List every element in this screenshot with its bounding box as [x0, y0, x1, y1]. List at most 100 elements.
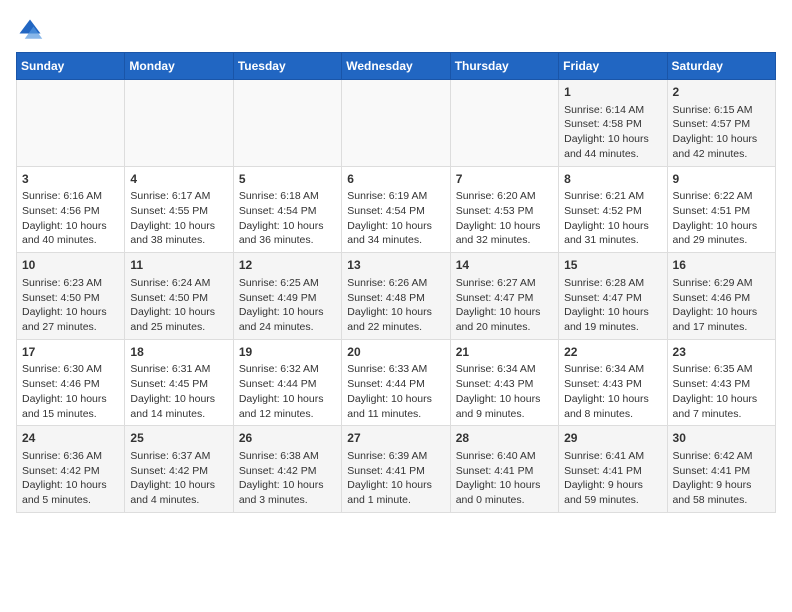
- calendar-cell: 24Sunrise: 6:36 AMSunset: 4:42 PMDayligh…: [17, 426, 125, 513]
- cell-content-line: Sunset: 4:41 PM: [564, 464, 661, 479]
- cell-content-line: Sunrise: 6:38 AM: [239, 449, 336, 464]
- cell-content-line: Sunset: 4:47 PM: [564, 291, 661, 306]
- calendar-cell: 21Sunrise: 6:34 AMSunset: 4:43 PMDayligh…: [450, 339, 558, 426]
- cell-content-line: Daylight: 10 hours and 24 minutes.: [239, 305, 336, 334]
- day-number: 20: [347, 344, 444, 361]
- cell-content-line: Sunrise: 6:31 AM: [130, 362, 227, 377]
- cell-content-line: Daylight: 10 hours and 8 minutes.: [564, 392, 661, 421]
- day-number: 27: [347, 430, 444, 447]
- cell-content-line: Sunrise: 6:36 AM: [22, 449, 119, 464]
- cell-content-line: Sunset: 4:54 PM: [347, 204, 444, 219]
- calendar-cell: 2Sunrise: 6:15 AMSunset: 4:57 PMDaylight…: [667, 80, 775, 167]
- calendar-cell: 16Sunrise: 6:29 AMSunset: 4:46 PMDayligh…: [667, 253, 775, 340]
- cell-content-line: Sunset: 4:42 PM: [239, 464, 336, 479]
- day-number: 5: [239, 171, 336, 188]
- cell-content-line: Sunset: 4:54 PM: [239, 204, 336, 219]
- cell-content-line: Sunset: 4:41 PM: [347, 464, 444, 479]
- calendar-cell: 6Sunrise: 6:19 AMSunset: 4:54 PMDaylight…: [342, 166, 450, 253]
- cell-content-line: Sunrise: 6:34 AM: [564, 362, 661, 377]
- cell-content-line: Sunrise: 6:23 AM: [22, 276, 119, 291]
- cell-content-line: Sunset: 4:47 PM: [456, 291, 553, 306]
- calendar-week-row: 3Sunrise: 6:16 AMSunset: 4:56 PMDaylight…: [17, 166, 776, 253]
- day-number: 10: [22, 257, 119, 274]
- calendar-cell: 1Sunrise: 6:14 AMSunset: 4:58 PMDaylight…: [559, 80, 667, 167]
- calendar-cell: 10Sunrise: 6:23 AMSunset: 4:50 PMDayligh…: [17, 253, 125, 340]
- cell-content-line: Daylight: 10 hours and 25 minutes.: [130, 305, 227, 334]
- header-tuesday: Tuesday: [233, 53, 341, 80]
- cell-content-line: Sunset: 4:57 PM: [673, 117, 770, 132]
- cell-content-line: Sunrise: 6:35 AM: [673, 362, 770, 377]
- cell-content-line: Sunrise: 6:25 AM: [239, 276, 336, 291]
- calendar-table: Sunday Monday Tuesday Wednesday Thursday…: [16, 52, 776, 513]
- cell-content-line: Daylight: 10 hours and 9 minutes.: [456, 392, 553, 421]
- calendar-cell: 26Sunrise: 6:38 AMSunset: 4:42 PMDayligh…: [233, 426, 341, 513]
- cell-content-line: Sunrise: 6:34 AM: [456, 362, 553, 377]
- cell-content-line: Sunrise: 6:21 AM: [564, 189, 661, 204]
- header-wednesday: Wednesday: [342, 53, 450, 80]
- day-number: 29: [564, 430, 661, 447]
- calendar-cell: 20Sunrise: 6:33 AMSunset: 4:44 PMDayligh…: [342, 339, 450, 426]
- cell-content-line: Daylight: 10 hours and 22 minutes.: [347, 305, 444, 334]
- calendar-cell: 30Sunrise: 6:42 AMSunset: 4:41 PMDayligh…: [667, 426, 775, 513]
- cell-content-line: Daylight: 10 hours and 44 minutes.: [564, 132, 661, 161]
- cell-content-line: Daylight: 10 hours and 17 minutes.: [673, 305, 770, 334]
- calendar-cell: 15Sunrise: 6:28 AMSunset: 4:47 PMDayligh…: [559, 253, 667, 340]
- day-number: 28: [456, 430, 553, 447]
- calendar-cell: 4Sunrise: 6:17 AMSunset: 4:55 PMDaylight…: [125, 166, 233, 253]
- cell-content-line: Daylight: 10 hours and 29 minutes.: [673, 219, 770, 248]
- cell-content-line: Daylight: 10 hours and 7 minutes.: [673, 392, 770, 421]
- day-number: 6: [347, 171, 444, 188]
- logo: [16, 16, 48, 44]
- cell-content-line: Sunrise: 6:32 AM: [239, 362, 336, 377]
- calendar-cell: 3Sunrise: 6:16 AMSunset: 4:56 PMDaylight…: [17, 166, 125, 253]
- cell-content-line: Sunset: 4:44 PM: [347, 377, 444, 392]
- page-header: [16, 16, 776, 44]
- cell-content-line: Sunset: 4:52 PM: [564, 204, 661, 219]
- day-number: 22: [564, 344, 661, 361]
- day-number: 1: [564, 84, 661, 101]
- cell-content-line: Sunrise: 6:19 AM: [347, 189, 444, 204]
- day-number: 17: [22, 344, 119, 361]
- cell-content-line: Daylight: 10 hours and 1 minute.: [347, 478, 444, 507]
- cell-content-line: Sunrise: 6:39 AM: [347, 449, 444, 464]
- cell-content-line: Daylight: 10 hours and 0 minutes.: [456, 478, 553, 507]
- cell-content-line: Sunset: 4:46 PM: [22, 377, 119, 392]
- day-number: 9: [673, 171, 770, 188]
- day-number: 16: [673, 257, 770, 274]
- day-number: 11: [130, 257, 227, 274]
- cell-content-line: Sunset: 4:42 PM: [22, 464, 119, 479]
- calendar-cell: [233, 80, 341, 167]
- day-number: 25: [130, 430, 227, 447]
- calendar-cell: [342, 80, 450, 167]
- cell-content-line: Sunrise: 6:18 AM: [239, 189, 336, 204]
- cell-content-line: Sunset: 4:58 PM: [564, 117, 661, 132]
- calendar-cell: 9Sunrise: 6:22 AMSunset: 4:51 PMDaylight…: [667, 166, 775, 253]
- header-thursday: Thursday: [450, 53, 558, 80]
- cell-content-line: Sunset: 4:55 PM: [130, 204, 227, 219]
- cell-content-line: Daylight: 10 hours and 42 minutes.: [673, 132, 770, 161]
- day-number: 3: [22, 171, 119, 188]
- cell-content-line: Sunrise: 6:37 AM: [130, 449, 227, 464]
- day-number: 14: [456, 257, 553, 274]
- calendar-cell: 8Sunrise: 6:21 AMSunset: 4:52 PMDaylight…: [559, 166, 667, 253]
- calendar-cell: 25Sunrise: 6:37 AMSunset: 4:42 PMDayligh…: [125, 426, 233, 513]
- header-sunday: Sunday: [17, 53, 125, 80]
- day-number: 18: [130, 344, 227, 361]
- cell-content-line: Sunrise: 6:20 AM: [456, 189, 553, 204]
- day-number: 30: [673, 430, 770, 447]
- day-number: 12: [239, 257, 336, 274]
- calendar-cell: 18Sunrise: 6:31 AMSunset: 4:45 PMDayligh…: [125, 339, 233, 426]
- cell-content-line: Sunrise: 6:30 AM: [22, 362, 119, 377]
- cell-content-line: Daylight: 10 hours and 4 minutes.: [130, 478, 227, 507]
- day-number: 2: [673, 84, 770, 101]
- header-friday: Friday: [559, 53, 667, 80]
- cell-content-line: Sunset: 4:44 PM: [239, 377, 336, 392]
- cell-content-line: Sunset: 4:46 PM: [673, 291, 770, 306]
- calendar-cell: 7Sunrise: 6:20 AMSunset: 4:53 PMDaylight…: [450, 166, 558, 253]
- cell-content-line: Daylight: 10 hours and 12 minutes.: [239, 392, 336, 421]
- calendar-cell: [125, 80, 233, 167]
- cell-content-line: Daylight: 10 hours and 40 minutes.: [22, 219, 119, 248]
- calendar-cell: 5Sunrise: 6:18 AMSunset: 4:54 PMDaylight…: [233, 166, 341, 253]
- cell-content-line: Sunset: 4:53 PM: [456, 204, 553, 219]
- cell-content-line: Daylight: 10 hours and 14 minutes.: [130, 392, 227, 421]
